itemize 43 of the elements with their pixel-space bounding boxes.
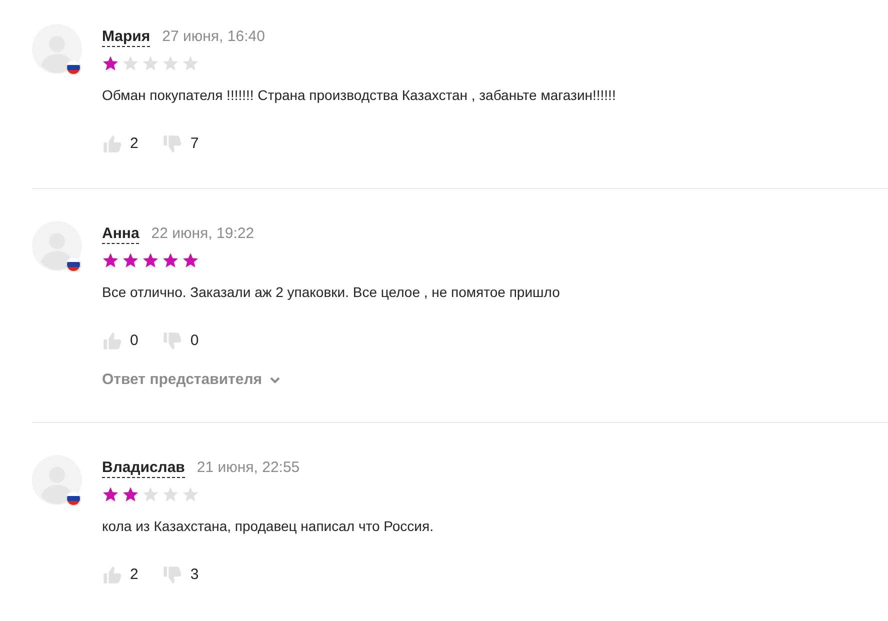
star-icon (142, 252, 159, 268)
review-text: кола из Казахстана, продавец написал что Россия. (102, 517, 434, 536)
like-count: 0 (130, 330, 138, 351)
flag-icon (66, 491, 81, 506)
avatar-icon (32, 221, 82, 271)
star-icon (182, 486, 199, 502)
author-name[interactable]: Анна (102, 224, 140, 244)
star-icon (102, 486, 119, 502)
author-name[interactable]: Владислав (102, 458, 185, 478)
star-icon (162, 486, 179, 502)
star-icon (102, 54, 119, 72)
thumbs-down-icon[interactable] (162, 331, 182, 351)
review-text: Обман покупателя !!!!!!! Страна производства Казахстан , забаньте магазин!!!!!! (102, 86, 616, 105)
like-count: 2 (130, 134, 138, 154)
thumbs-up-icon[interactable] (102, 565, 122, 585)
dislike-count: 0 (190, 330, 199, 351)
review-text: Все отлично. Заказали аж 2 упаковки. Все целое , не помятое пришло (102, 283, 560, 302)
like-count: 2 (130, 564, 138, 585)
flag-icon (66, 60, 81, 75)
thumbs-down-icon[interactable] (162, 565, 182, 585)
thumbs-up-icon[interactable] (102, 331, 122, 351)
star-icon (122, 252, 139, 268)
dislike-count: 3 (190, 564, 199, 585)
author-name[interactable]: Мария (102, 28, 150, 46)
avatar-icon (32, 455, 82, 505)
thumbs-up-icon[interactable] (102, 134, 122, 154)
flag-icon (66, 257, 81, 272)
review-date: 27 июня, 16:40 (162, 26, 265, 47)
star-icon (122, 54, 139, 72)
avatar-icon (32, 24, 82, 74)
thumbs-down-icon[interactable] (162, 134, 182, 154)
chevron-down-icon (270, 376, 280, 384)
review-date: 21 июня, 22:55 (196, 458, 300, 478)
star-icon (122, 486, 139, 502)
star-icon (162, 54, 179, 72)
review-date: 22 июня, 19:22 (151, 224, 254, 244)
star-icon (162, 252, 179, 268)
star-icon (102, 252, 119, 268)
star-icon (142, 54, 159, 72)
dislike-count: 7 (190, 134, 199, 154)
star-icon (142, 486, 159, 502)
star-icon (182, 54, 199, 72)
star-icon (182, 252, 199, 268)
